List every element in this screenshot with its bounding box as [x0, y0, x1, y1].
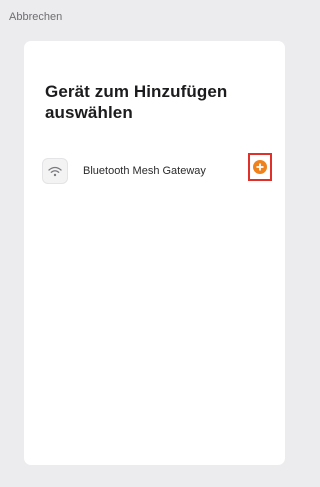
- device-list-item[interactable]: Bluetooth Mesh Gateway: [42, 158, 278, 186]
- device-selection-card: Gerät zum Hinzufügen auswählen Bluetooth…: [24, 41, 285, 465]
- add-device-button[interactable]: [248, 153, 272, 181]
- add-circle-icon: [253, 160, 267, 174]
- top-bar: Abbrechen: [0, 0, 290, 34]
- plus-icon: [256, 163, 264, 171]
- page-title: Gerät zum Hinzufügen auswählen: [45, 82, 228, 122]
- cancel-button[interactable]: Abbrechen: [9, 11, 62, 23]
- device-name: Bluetooth Mesh Gateway: [83, 165, 206, 177]
- wifi-icon: [48, 166, 62, 176]
- device-icon-tile: [42, 158, 68, 184]
